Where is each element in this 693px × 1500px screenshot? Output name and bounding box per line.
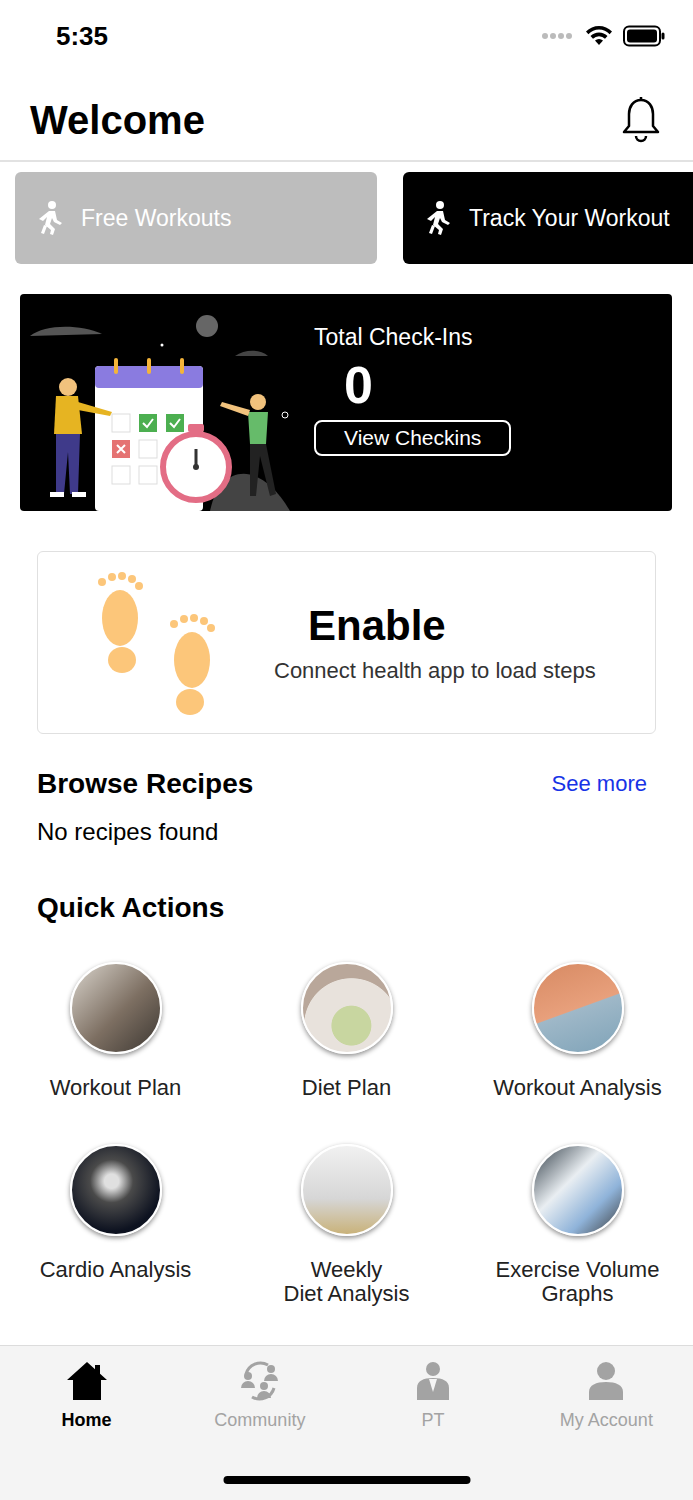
bell-icon[interactable] [621,96,661,144]
walking-person-icon [423,200,453,236]
recipes-title: Browse Recipes [37,768,253,800]
tab-bar: Home Community PT My Account [0,1345,693,1500]
checkins-title: Total Check-Ins [314,324,473,351]
quick-action-photo [70,962,162,1054]
battery-icon [623,25,665,47]
recipes-header: Browse Recipes See more [37,768,647,800]
status-bar: 5:35 [0,0,693,80]
checkins-card: Total Check-Ins 0 View Checkins [20,294,672,511]
quick-actions-grid: Workout Plan Diet Plan Workout Analysis Car… [0,962,693,1307]
quick-action-photo [70,1144,162,1236]
tab-label: Home [62,1410,112,1431]
walking-person-icon [35,200,65,236]
quick-action-label: Workout Plan [50,1076,182,1100]
tab-label: PT [422,1410,445,1431]
view-checkins-button[interactable]: View Checkins [314,420,511,456]
steps-text: Enable Connect health app to load steps [274,602,596,684]
quick-actions-title: Quick Actions [0,892,693,924]
account-icon [584,1360,628,1402]
quick-action[interactable]: Workout Plan [0,962,231,1100]
status-icons [541,25,665,47]
checkins-count: 0 [344,357,373,414]
workout-buttons: Free Workouts Track Your Workout [0,162,693,264]
quick-action[interactable]: Cardio Analysis [0,1144,231,1306]
checkins-info: Total Check-Ins 0 View Checkins [300,294,511,511]
home-icon [65,1360,109,1402]
recipes-empty: No recipes found [37,818,647,846]
quick-action-label: Diet Plan [302,1076,391,1100]
steps-title: Enable [308,602,596,650]
quick-action-label: Weekly Diet Analysis [284,1258,410,1306]
status-time: 5:35 [56,21,108,52]
quick-action[interactable]: Diet Plan [231,962,462,1100]
quick-action-label: Exercise Volume Graphs [496,1258,660,1306]
steps-subtitle: Connect health app to load steps [274,658,596,684]
quick-action-photo [532,1144,624,1236]
header: Welcome [0,80,693,162]
see-more-link[interactable]: See more [552,771,647,797]
quick-action-photo [532,962,624,1054]
quick-action[interactable]: Weekly Diet Analysis [231,1144,462,1306]
steps-card[interactable]: Enable Connect health app to load steps [37,551,656,734]
home-indicator [223,1476,470,1484]
community-icon [238,1360,282,1402]
tab[interactable]: Home [0,1360,173,1500]
trainer-icon [411,1360,455,1402]
workout-button[interactable]: Free Workouts [15,172,377,264]
workout-button[interactable]: Track Your Workout [403,172,693,264]
quick-action-photo [301,1144,393,1236]
content: 5:35 Welcome Free Workouts Track Your Worko… [0,0,693,1345]
calendar-illustration-icon [20,294,300,511]
quick-action-label: Workout Analysis [493,1076,661,1100]
app-screen: 5:35 Welcome Free Workouts Track Your Worko… [0,0,693,1500]
quick-action-label: Cardio Analysis [40,1258,192,1282]
tab-label: Community [214,1410,305,1431]
quick-actions-section: Quick ActionsWorkout PlanDiet PlanWorkou… [0,846,693,1307]
page-title: Welcome [30,98,205,143]
quick-action[interactable]: Workout Analysis [462,962,693,1100]
signal-icon [541,32,575,40]
tab[interactable]: My Account [520,1360,693,1500]
recipes-section: Browse Recipes See more No recipes found [0,734,693,846]
footprints-icon [82,570,232,716]
tab-label: My Account [560,1410,653,1431]
quick-action[interactable]: Exercise Volume Graphs [462,1144,693,1306]
wifi-icon [585,25,613,47]
quick-action-photo [301,962,393,1054]
